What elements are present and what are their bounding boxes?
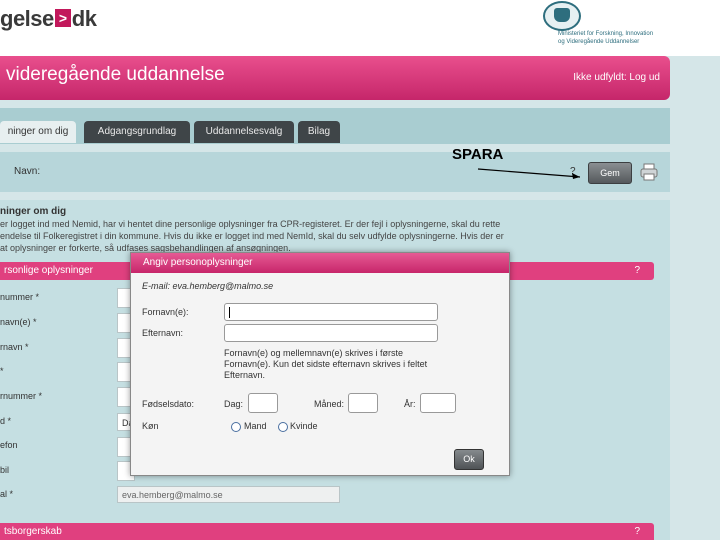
citizenship-header: tsborgerskab ? <box>0 523 654 540</box>
tab-personal-info[interactable]: ninger om dig <box>0 121 76 143</box>
section-title: ninger om dig <box>0 206 67 217</box>
ministry-line-2: og Videregående Uddannelser <box>558 39 640 45</box>
ministry-crown-icon <box>543 1 581 31</box>
dialog-lastname-input[interactable] <box>224 324 438 342</box>
site-logo[interactable]: gelse > dk <box>0 6 97 32</box>
dialog-hint: Fornavn(e) og mellemnavn(e) skrives i fø… <box>224 348 504 381</box>
print-icon[interactable] <box>640 163 658 181</box>
ok-button[interactable]: Ok <box>454 449 484 470</box>
dialog-day-label: Dag: <box>224 399 244 409</box>
dialog-email-line: E-mail: eva.hemberg@malmo.se <box>142 281 274 291</box>
annotation-label: SPARA <box>452 146 504 163</box>
dialog-hint-line-1: Fornavn(e) og mellemnavn(e) skrives i fø… <box>224 348 404 358</box>
dialog-month-label: Måned: <box>314 399 345 409</box>
dialog-firstname-label: Fornavn(e): <box>142 307 189 317</box>
dialog-hint-line-2: Fornavn(e). Kun det sidste efternavn skr… <box>224 359 428 369</box>
intro-line-2: endelse til Folkeregistret i din kommune… <box>0 231 504 241</box>
tab-attachments[interactable]: Bilag <box>298 121 340 143</box>
logo-text-2: dk <box>71 6 97 31</box>
dialog-hint-line-3: Efternavn. <box>224 370 266 380</box>
dialog-year-input[interactable] <box>420 393 456 413</box>
logo-arrow-icon: > <box>54 9 71 27</box>
gender-female-label: Kvinde <box>290 421 318 431</box>
name-label: Navn: <box>14 166 41 177</box>
form-label-firstname: navn(e) * <box>0 317 37 327</box>
save-button[interactable]: Gem <box>588 162 632 184</box>
personal-help-icon[interactable]: ? <box>634 265 640 276</box>
ministry-line-1: Ministeriet for Forskning, Innovation <box>558 31 654 37</box>
tab-education-choice[interactable]: Uddannelsesvalg <box>194 121 294 143</box>
form-label-phone: efon <box>0 440 18 450</box>
dialog-gender-label: Køn <box>142 421 159 431</box>
dialog-lastname-label: Efternavn: <box>142 328 184 338</box>
intro-line-1: er logget ind med Nemid, har vi hentet d… <box>0 219 501 229</box>
tab-admission-basis[interactable]: Adgangsgrundlag <box>84 121 190 143</box>
intro-text: er logget ind med Nemid, har vi hentet d… <box>0 218 640 254</box>
personal-info-title: rsonlige oplysninger <box>4 265 93 276</box>
gender-female-radio[interactable] <box>278 422 288 432</box>
logout-link[interactable]: Ikke udfyldt: Log ud <box>573 72 660 83</box>
dialog-year-label: År: <box>404 399 416 409</box>
dialog-day-input[interactable] <box>248 393 278 413</box>
form-label-lastname: rnavn * <box>0 342 29 352</box>
dialog-birthdate-label: Fødselsdato: <box>142 399 195 409</box>
form-label-country: d * <box>0 416 12 426</box>
gender-male-label: Mand <box>244 421 267 431</box>
email-field[interactable]: eva.hemberg@malmo.se <box>117 486 340 503</box>
form-label-gender: * <box>0 366 4 376</box>
citizenship-help-icon[interactable]: ? <box>634 526 640 537</box>
title-bar: videregående uddannelse Ikke udfyldt: Lo… <box>0 56 670 100</box>
form-label-phone-number: rnummer * <box>0 391 43 401</box>
form-label-cpr: nummer * <box>0 292 40 302</box>
ministry-name: Ministeriet for Forskning, Innovation og… <box>558 30 688 46</box>
page-title: videregående uddannelse <box>6 64 225 85</box>
logo-text-1: gelse <box>0 6 54 31</box>
gender-male-radio[interactable] <box>231 422 241 432</box>
dialog-firstname-input[interactable] <box>224 303 438 321</box>
dialog-title: Angiv personoplysninger <box>131 253 509 273</box>
annotation-arrow-icon <box>477 168 581 179</box>
citizenship-title: tsborgerskab <box>4 526 62 537</box>
form-label-email: al * <box>0 489 14 499</box>
form-label-mobile: bil <box>0 465 10 475</box>
dialog-month-input[interactable] <box>348 393 378 413</box>
top-header <box>0 0 720 56</box>
